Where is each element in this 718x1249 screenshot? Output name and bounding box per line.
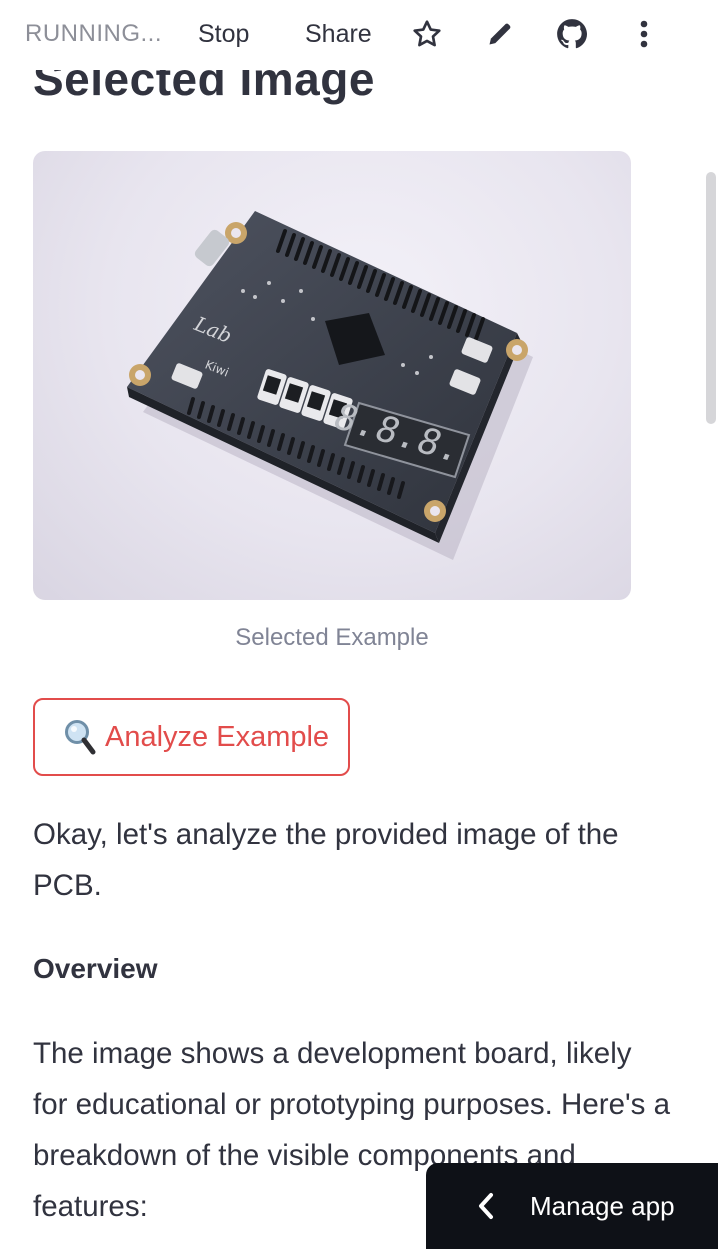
manage-app-label: Manage app [530, 1190, 675, 1221]
image-caption: Selected Example [235, 624, 429, 651]
manage-app-button[interactable]: Manage app [426, 1163, 718, 1249]
scrollbar-thumb[interactable] [706, 172, 716, 424]
chevron-left-icon [479, 1193, 493, 1219]
top-toolbar: RUNNING... Stop Share [0, 0, 718, 70]
app-page: Selected Image RUNNING... Stop Share 8.8… [0, 0, 718, 1249]
analyze-example-label: Analyze Example [105, 720, 330, 753]
intro-paragraph: Okay, let's analyze the provided image o… [33, 818, 619, 902]
analyze-example-button[interactable]: Analyze Example [33, 698, 350, 776]
github-icon[interactable] [554, 16, 590, 52]
overview-heading: Overview [33, 953, 158, 984]
star-icon[interactable] [409, 16, 445, 52]
selected-image: 8.8.8. Lab Kiwi [33, 151, 631, 600]
pcb-board-illustration: 8.8.8. Lab Kiwi [127, 211, 533, 560]
share-button[interactable]: Share [305, 20, 372, 49]
more-vertical-icon[interactable] [626, 16, 662, 52]
stop-button[interactable]: Stop [198, 20, 249, 49]
magnifier-icon [65, 720, 96, 755]
pencil-icon[interactable] [482, 16, 518, 52]
running-status: RUNNING... [25, 20, 162, 47]
